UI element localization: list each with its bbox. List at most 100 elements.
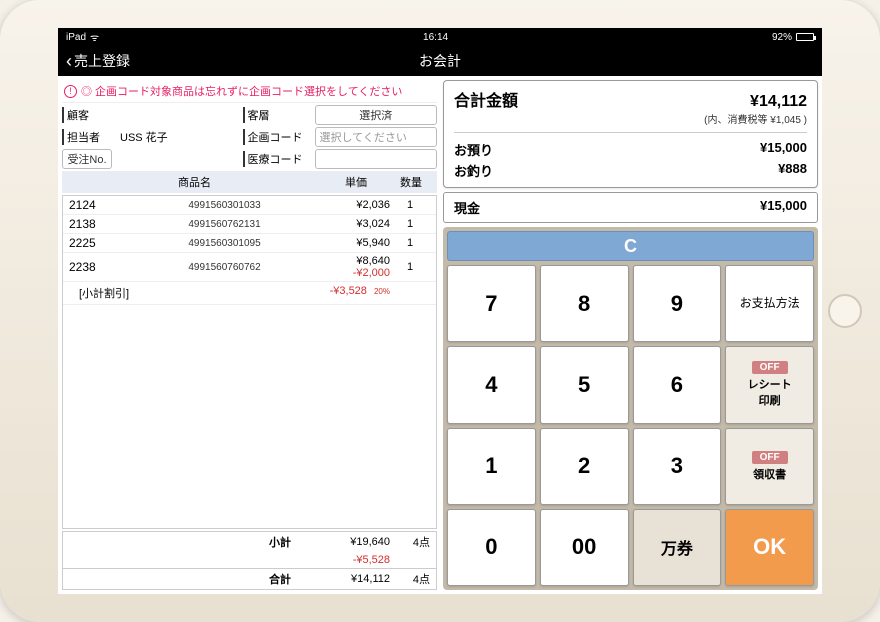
invoice-label: 領収書 xyxy=(753,466,786,482)
key-1[interactable]: 1 xyxy=(447,428,536,505)
item-qty: 1 xyxy=(390,218,430,230)
keypad: C 7 8 9 お支払方法 4 5 6 OFF レシート 印刷 1 xyxy=(443,227,818,590)
change-label: お釣り xyxy=(454,161,493,180)
item-price: ¥5,940 xyxy=(320,237,390,249)
key-man[interactable]: 万券 xyxy=(633,509,722,586)
totals-box: 小計 ¥19,640 4点 -¥5,528 合計 ¥14,112 4点 xyxy=(62,531,437,590)
subtotal-discount-amount: -¥3,528 20% xyxy=(320,285,390,301)
receipt-print-button[interactable]: OFF レシート 印刷 xyxy=(725,346,814,423)
item-barcode: 4991560762131 xyxy=(129,219,320,230)
right-panel: 合計金額 ¥14,112 (内、消費税等 ¥1,045 ) お預り ¥15,00… xyxy=(443,80,818,590)
item-row[interactable]: 2138 4991560762131 ¥3,024 1 xyxy=(63,215,436,234)
cash-box: 現金 ¥15,000 xyxy=(443,192,818,223)
tax-label: (内、消費税等 xyxy=(704,115,767,126)
pay-method-button[interactable]: お支払方法 xyxy=(725,265,814,342)
deposit-label: お預り xyxy=(454,140,493,159)
alert-icon: ! xyxy=(64,85,77,98)
item-code: 2225 xyxy=(69,236,129,250)
total-amount: ¥14,112 xyxy=(310,573,390,585)
item-qty: 1 xyxy=(390,261,430,273)
item-code: 2238 xyxy=(69,260,129,274)
subtotal-discount-row: [小計割引] -¥3,528 20% xyxy=(63,282,436,305)
page-title: お会計 xyxy=(419,51,461,71)
key-2[interactable]: 2 xyxy=(540,428,629,505)
subtotal-qty: 4点 xyxy=(390,534,430,550)
wifi-icon: ᯤ xyxy=(90,30,99,44)
item-price: ¥2,036 xyxy=(320,199,390,211)
campaign-select[interactable]: 選択してください xyxy=(315,127,438,147)
key-9[interactable]: 9 xyxy=(633,265,722,342)
item-qty: 1 xyxy=(390,237,430,249)
item-row[interactable]: 2238 4991560760762 ¥8,640 -¥2,000 1 xyxy=(63,253,436,282)
col-name: 商品名 xyxy=(68,174,321,190)
screen: iPad ᯤ 16:14 92% ‹ 売上登録 お会計 ! ◎ 企画コード対象商… xyxy=(58,28,822,594)
ipad-frame: iPad ᯤ 16:14 92% ‹ 売上登録 お会計 ! ◎ 企画コード対象商… xyxy=(0,0,880,622)
battery-pct: 92% xyxy=(772,32,792,43)
home-button[interactable] xyxy=(828,294,862,328)
items-header: 商品名 単価 数量 xyxy=(62,171,437,193)
staff-label: 担当者 xyxy=(62,129,112,145)
item-barcode: 4991560760762 xyxy=(129,262,320,273)
key-3[interactable]: 3 xyxy=(633,428,722,505)
medical-label: 医療コード xyxy=(243,151,311,167)
content: ! ◎ 企画コード対象商品は忘れずに企画コード選択をしてください 顧客 客層 選… xyxy=(58,76,822,594)
notice-bar: ! ◎ 企画コード対象商品は忘れずに企画コード選択をしてください xyxy=(62,80,437,103)
key-00[interactable]: 00 xyxy=(540,509,629,586)
back-button[interactable]: ‹ 売上登録 xyxy=(66,51,130,71)
nav-bar: ‹ 売上登録 お会計 xyxy=(58,46,822,76)
item-qty: 1 xyxy=(390,199,430,211)
key-6[interactable]: 6 xyxy=(633,346,722,423)
customer-label: 顧客 xyxy=(62,107,112,123)
item-row[interactable]: 2124 4991560301033 ¥2,036 1 xyxy=(63,196,436,215)
item-row[interactable]: 2225 4991560301095 ¥5,940 1 xyxy=(63,234,436,253)
key-8[interactable]: 8 xyxy=(540,265,629,342)
items-body: 2124 4991560301033 ¥2,036 1 2138 4991560… xyxy=(62,195,437,529)
deposit-amount: ¥15,000 xyxy=(760,140,807,159)
key-0[interactable]: 0 xyxy=(447,509,536,586)
item-price: ¥8,640 -¥2,000 xyxy=(320,255,390,279)
item-code: 2124 xyxy=(69,198,129,212)
segment-select[interactable]: 選択済 xyxy=(315,105,438,125)
campaign-label: 企画コード xyxy=(243,129,311,145)
form-grid: 顧客 客層 選択済 担当者 USS 花子 企画コード 選択してください 受注No… xyxy=(62,105,437,169)
total-qty: 4点 xyxy=(390,571,430,587)
invoice-button[interactable]: OFF 領収書 xyxy=(725,428,814,505)
payment-total: ¥14,112 xyxy=(750,93,807,111)
amount-card: 合計金額 ¥14,112 (内、消費税等 ¥1,045 ) お預り ¥15,00… xyxy=(443,80,818,188)
item-discount: -¥2,000 xyxy=(353,267,390,279)
change-amount: ¥888 xyxy=(778,161,807,180)
total-label: 合計 xyxy=(250,571,310,587)
subtotal-discount-total: -¥5,528 xyxy=(310,554,390,566)
status-bar: iPad ᯤ 16:14 92% xyxy=(58,28,822,46)
subtotal-discount-label: [小計割引] xyxy=(69,285,320,301)
key-4[interactable]: 4 xyxy=(447,346,536,423)
carrier-label: iPad xyxy=(66,32,86,43)
item-price: ¥3,024 xyxy=(320,218,390,230)
receipt-label: レシート 印刷 xyxy=(748,376,792,408)
left-panel: ! ◎ 企画コード対象商品は忘れずに企画コード選択をしてください 顧客 客層 選… xyxy=(62,80,437,590)
back-label: 売上登録 xyxy=(74,51,130,71)
col-qty: 数量 xyxy=(391,174,431,190)
cash-label: 現金 xyxy=(454,198,480,217)
item-barcode: 4991560301033 xyxy=(129,200,320,211)
battery-icon xyxy=(796,33,814,41)
key-5[interactable]: 5 xyxy=(540,346,629,423)
item-code: 2138 xyxy=(69,217,129,231)
order-no-input[interactable]: 受注No. xyxy=(62,149,112,169)
tax-amount: ¥1,045 ) xyxy=(770,115,807,126)
notice-text: ◎ 企画コード対象商品は忘れずに企画コード選択をしてください xyxy=(81,83,402,99)
off-badge: OFF xyxy=(752,361,788,374)
key-7[interactable]: 7 xyxy=(447,265,536,342)
item-barcode: 4991560301095 xyxy=(129,238,320,249)
col-price: 単価 xyxy=(321,174,391,190)
clock: 16:14 xyxy=(423,32,448,43)
subtotal-label: 小計 xyxy=(250,534,310,550)
ok-button[interactable]: OK xyxy=(725,509,814,586)
staff-value: USS 花子 xyxy=(116,129,239,145)
clear-button[interactable]: C xyxy=(447,231,814,261)
subtotal-amount: ¥19,640 xyxy=(310,536,390,548)
chevron-left-icon: ‹ xyxy=(66,52,72,70)
cash-amount: ¥15,000 xyxy=(760,198,807,217)
medical-input[interactable] xyxy=(315,149,438,169)
payment-total-label: 合計金額 xyxy=(454,87,518,111)
